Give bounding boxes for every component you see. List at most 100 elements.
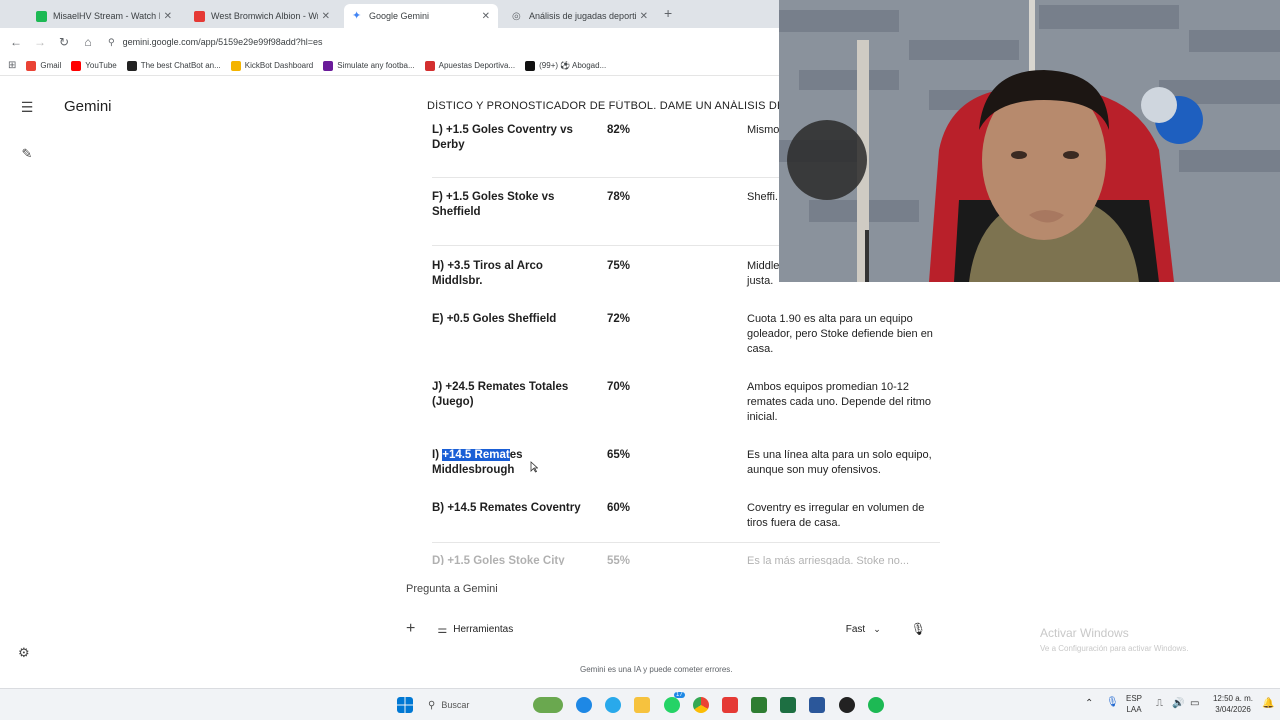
new-chat-icon[interactable]: ✎ [18,145,36,163]
widgets-icon[interactable] [533,697,563,713]
probability-cell: 75% [607,260,631,272]
tiktok-icon [525,60,536,71]
clock[interactable]: 12:50 a. m. 3/04/2026 [1210,693,1256,715]
tab-title: West Bromwich Albion - Wrexh [211,11,318,21]
close-icon[interactable]: ✕ [164,11,172,22]
bet-cell: F) +1.5 Goles Stoke vs Sheffield [432,191,555,218]
text-app-icon[interactable] [722,697,738,713]
tab-misaelhv[interactable]: MisaelHV Stream - Watch Live o ✕ [28,4,180,28]
windows-start-icon[interactable] [397,697,413,713]
excel-icon[interactable] [780,697,796,713]
taskbar: ⚲ Buscar 17 ⌃ 🎙 ESP LAA ⎍ 🔊 ▭ 12:50 a. m… [0,688,1280,720]
webcam-feed-image [779,0,1280,282]
bookmark-tiktok[interactable]: (99+) ⚽ Abogad... [525,60,606,71]
word-icon[interactable] [809,697,825,713]
site-info-icon[interactable]: ⚲ [108,37,115,48]
whatsapp-icon[interactable] [664,697,680,713]
tools-icon: ⚌ [437,623,448,636]
reload-icon[interactable]: ↻ [52,35,76,49]
probability-cell: 55% [607,555,631,565]
globe-icon: ◎ [512,10,521,22]
activate-subtitle: Ve a Configuración para activar Windows. [1040,644,1189,653]
forward-icon[interactable]: → [28,35,52,49]
clock-time: 12:50 a. m. [1212,694,1254,703]
mode-selector[interactable]: Fast ⌄ [846,624,881,635]
app-icon[interactable] [839,697,855,713]
bookmark-gmail[interactable]: Gmail [26,60,61,71]
bet-cell: H) +3.5 Tiros al Arco Middlsbr. [432,260,543,287]
probability-cell: 72% [607,313,631,325]
volume-icon[interactable]: 🔊 [1172,698,1184,709]
bookmark-kickbot[interactable]: KickBot Dashboard [230,60,313,71]
kickbot-icon [230,60,241,71]
table-row: E) +0.5 Goles Sheffield 72% Cuota 1.90 e… [432,312,940,368]
settings-icon[interactable]: ⚙ [18,645,30,661]
bookmark-apuestas[interactable]: Apuestas Deportiva... [424,60,515,71]
table-row: B) +14.5 Remates Coventry 60% Coventry e… [432,501,940,543]
analysis-cell: Es la más arriesgada. Stoke no... [747,555,910,565]
microphone-icon[interactable]: 🎙 [911,622,926,636]
mouse-cursor-icon [530,461,538,473]
tab-title: MisaelHV Stream - Watch Live o [53,11,160,21]
close-icon[interactable]: ✕ [322,11,330,22]
selected-text[interactable]: +14.5 Remat [442,449,510,461]
bookmark-simulate[interactable]: Simulate any footba... [323,60,415,71]
mode-label: Fast [845,623,866,635]
home-icon[interactable]: ⌂ [76,35,100,49]
webcam-overlay [779,0,1280,282]
prompt-input[interactable]: Pregunta a Gemini [406,583,498,595]
conversation-title: DÍSTICO Y PRONOSTICADOR DE FÚTBOL. DAME … [427,100,779,112]
tools-button[interactable]: Herramientas [453,624,513,635]
chrome-icon[interactable] [693,697,709,713]
probability-cell: 60% [607,502,631,514]
bookmark-youtube[interactable]: YouTube [71,60,117,71]
composer-toolbar: + ⚌ Herramientas Fast ⌄ 🎙 [406,615,930,643]
bookmark-label: The best ChatBot an... [140,61,221,70]
tab-title: Análisis de jugadas deportivas [529,11,636,21]
language-code: ESP [1126,694,1143,703]
gemini-icon: ✦ [352,9,362,22]
add-button[interactable]: + [406,620,415,638]
microphone-tray-icon[interactable]: 🎙 [1106,697,1119,708]
table-row: I) +14.5 Remates Middlesbrough 65% Es un… [432,448,940,488]
spotify-icon[interactable] [868,697,884,713]
calculator-icon[interactable] [751,697,767,713]
telegram-icon[interactable] [605,697,621,713]
edge-icon[interactable] [576,697,592,713]
menu-icon[interactable]: ☰ [18,98,36,116]
probability-cell: 70% [607,381,631,393]
notifications-icon[interactable]: 🔔 [1262,698,1274,709]
app-title: Gemini [64,98,112,115]
activate-title: Activar Windows [1040,626,1129,640]
back-icon[interactable]: ← [4,35,28,49]
bet-cell[interactable]: I) +14.5 Remates Middlesbrough [432,448,592,478]
tab-analisis[interactable]: ◎ Análisis de jugadas deportivas ✕ [504,4,656,28]
tab-westbrom[interactable]: West Bromwich Albion - Wrexh ✕ [186,4,338,28]
url-field[interactable]: ⚲ gemini.google.com/app/5159e29e99f98add… [108,37,323,48]
notification-badge: 17 [674,692,685,698]
bet-prefix: I) [432,449,443,461]
keyboard-layout: LAA [1126,705,1142,714]
apuestas-icon [424,60,435,71]
bet-cell: J) +24.5 Remates Totales (Juego) [432,381,569,408]
tab-gemini[interactable]: ✦ Google Gemini ✕ [344,4,498,28]
bet-cell: E) +0.5 Goles Sheffield [432,313,557,325]
apps-icon[interactable]: ⊞ [8,60,16,71]
battery-icon[interactable]: ▭ [1190,698,1199,709]
taskbar-search[interactable]: ⚲ Buscar [422,694,540,716]
left-rail: ☰ ✎ [0,76,54,688]
network-icon[interactable]: ⎍ [1156,698,1163,709]
url-text: gemini.google.com/app/5159e29e99f98add?h… [122,37,323,47]
chevron-up-icon[interactable]: ⌃ [1085,698,1093,709]
bookmark-chatbot[interactable]: The best ChatBot an... [126,60,221,71]
probability-cell: 82% [607,124,631,136]
new-tab-button[interactable]: + [664,5,672,21]
language-indicator[interactable]: ESP LAA [1126,693,1142,715]
address-bar: ← → ↻ ⌂ ⚲ gemini.google.com/app/5159e29e… [0,28,780,56]
youtube-icon [71,60,82,71]
file-explorer-icon[interactable] [634,697,650,713]
bookmarks-bar: ⊞ Gmail YouTube The best ChatBot an... K… [0,56,780,76]
close-icon[interactable]: ✕ [640,11,648,22]
close-icon[interactable]: ✕ [482,11,490,22]
bookmark-label: Simulate any footba... [337,61,415,70]
